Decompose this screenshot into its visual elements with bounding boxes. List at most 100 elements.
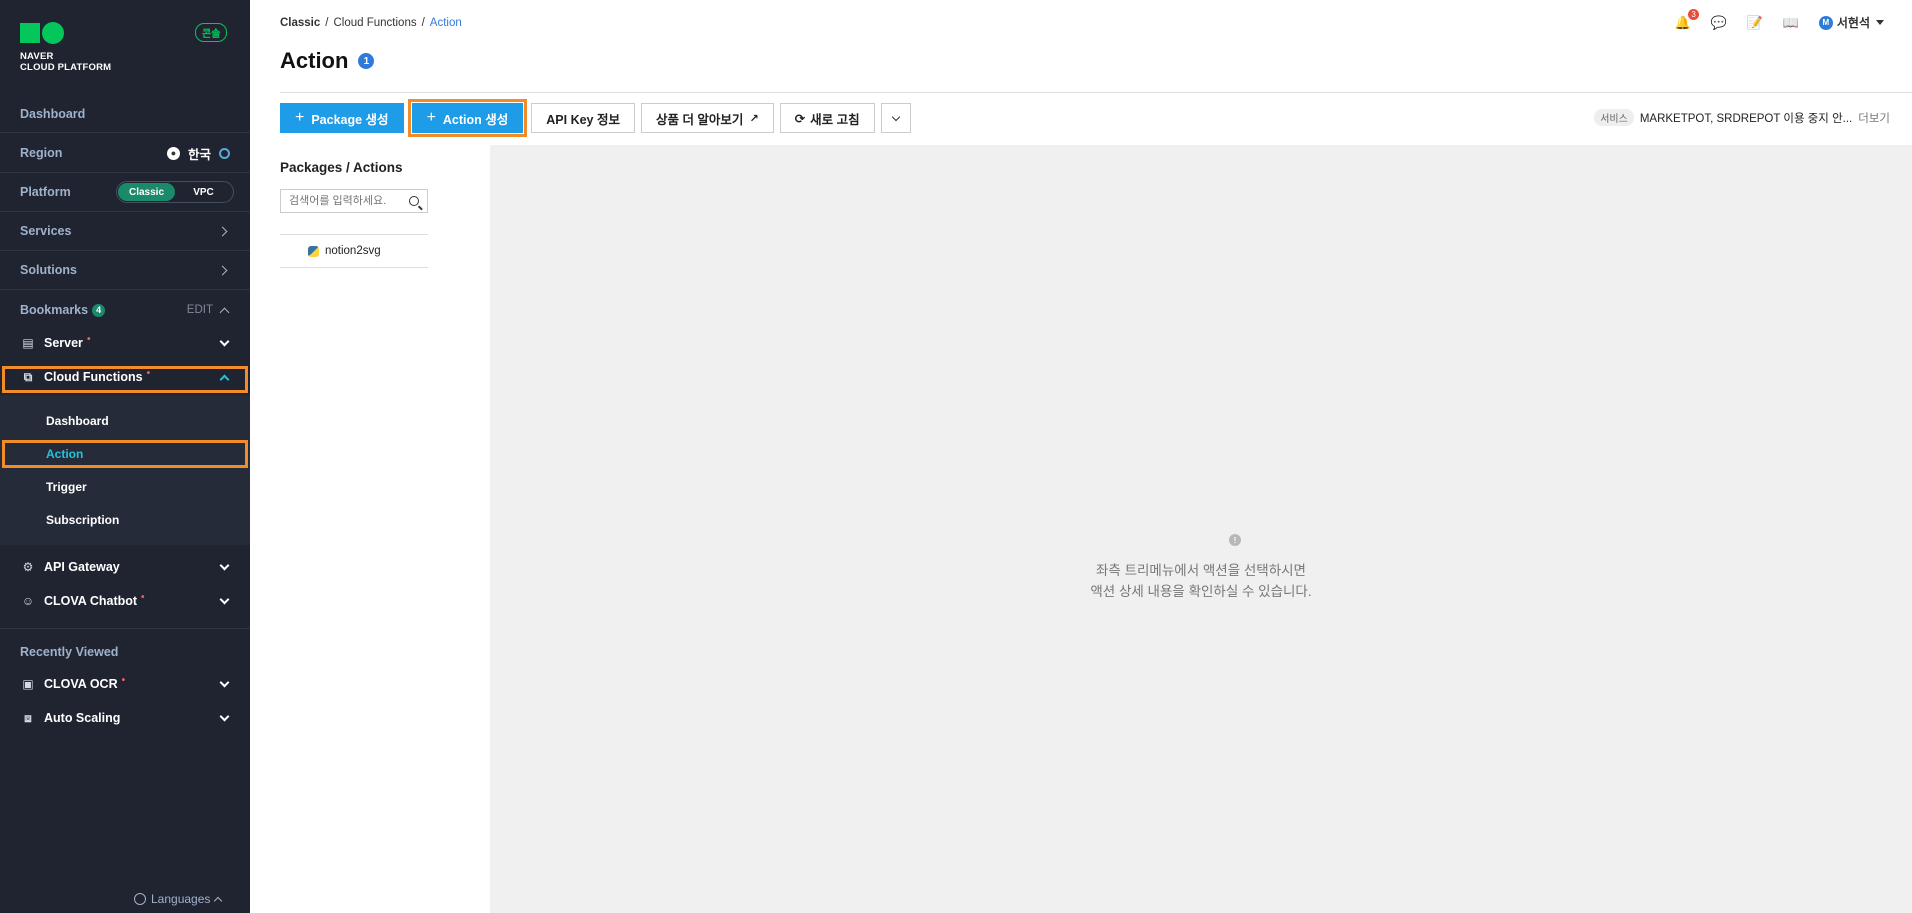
sidebar-solutions[interactable]: Solutions	[0, 251, 250, 290]
package-create-button[interactable]: + Package 생성	[280, 103, 404, 133]
refresh-button[interactable]: ⟳ 새로 고침	[779, 103, 875, 133]
sidebar-platform: Platform Classic VPC	[0, 173, 250, 212]
action-detail-panel: ! 좌측 트리메뉴에서 액션을 선택하시면 액션 상세 내용을 확인하실 수 있…	[490, 145, 1912, 913]
toolbar: + Package 생성 + Action 생성 API Key 정보 상품 더…	[280, 99, 911, 137]
page-title: Action 1	[280, 48, 375, 74]
logo-line1: NAVER	[20, 51, 54, 62]
breadcrumb: Classic / Cloud Functions / Action	[280, 17, 462, 29]
refresh-label: 새로 고침	[810, 112, 860, 127]
new-dot: •	[141, 591, 145, 603]
sidebar: NAVER CLOUD PLATFORM 콘솔 Dashboard Region…	[0, 0, 250, 913]
region-value: 한국	[187, 147, 211, 162]
search-input[interactable]	[289, 195, 399, 207]
auto-scaling-icon: ⧈	[24, 710, 32, 725]
tree-item-notion2svg[interactable]: notion2svg	[280, 234, 428, 268]
info-badge[interactable]: 1	[358, 53, 375, 69]
chevron-right-icon	[217, 265, 228, 275]
ocr-icon: ▣	[22, 677, 34, 691]
chevron-down-icon	[219, 336, 230, 346]
search-box	[280, 189, 428, 213]
service-notice[interactable]: 서비스 MARKETPOT, SRDREPOT 이용 중지 안... 더보기	[1594, 109, 1890, 126]
learn-more-button[interactable]: 상품 더 알아보기 ↗	[640, 103, 774, 133]
naver-cloud-logo[interactable]: NAVER CLOUD PLATFORM	[20, 22, 111, 73]
chevron-up-icon	[214, 896, 223, 906]
sidebar-dashboard[interactable]: Dashboard	[0, 95, 250, 133]
chevron-up-icon[interactable]	[219, 307, 230, 317]
chevron-down-icon	[219, 711, 230, 721]
services-label: Services	[20, 224, 72, 238]
book-icon[interactable]: 📖	[1783, 15, 1799, 31]
sidebar-item-label: Server	[44, 336, 83, 350]
more-dropdown-button[interactable]	[880, 103, 911, 133]
action-create-label: Action 생성	[442, 112, 509, 127]
platform-label: Platform	[20, 185, 71, 199]
submenu-item-trigger[interactable]: Trigger	[0, 472, 250, 502]
sidebar-item-label: Auto Scaling	[44, 711, 121, 725]
platform-option-vpc[interactable]: VPC	[175, 183, 232, 201]
new-dot: •	[86, 333, 91, 345]
python-icon	[308, 245, 319, 257]
notice-tag: 서비스	[1594, 109, 1634, 126]
sidebar-region[interactable]: Region ● 한국	[0, 134, 250, 173]
sidebar-item-label: API Gateway	[44, 560, 120, 574]
sidebar-item-clova-ocr[interactable]: ▣ CLOVA OCR •	[0, 668, 250, 700]
user-menu[interactable]: M 서현석	[1818, 14, 1884, 31]
breadcrumb-item-cloud-functions[interactable]: Cloud Functions	[333, 17, 416, 29]
solutions-label: Solutions	[20, 263, 77, 277]
sidebar-item-label: CLOVA Chatbot	[44, 594, 138, 608]
languages-button[interactable]: Languages	[134, 892, 223, 906]
search-icon[interactable]	[409, 196, 419, 206]
recently-viewed-label: Recently Viewed	[20, 645, 119, 659]
action-create-button[interactable]: + Action 생성	[407, 99, 528, 137]
empty-message-line2: 액션 상세 내용을 확인하실 수 있습니다.	[1090, 584, 1312, 599]
notice-more-link[interactable]: 더보기	[1858, 110, 1890, 126]
main-content: Classic / Cloud Functions / Action Action …	[250, 0, 1912, 913]
chevron-right-icon	[217, 226, 228, 236]
breadcrumb-item-action: Action	[429, 17, 462, 29]
api-key-button[interactable]: API Key 정보	[531, 103, 635, 133]
user-name: 서현석	[1836, 16, 1870, 30]
avatar: M	[1818, 15, 1833, 30]
api-key-label: API Key 정보	[546, 112, 620, 127]
server-icon: ▤	[22, 336, 34, 350]
platform-option-classic[interactable]: Classic	[118, 183, 175, 201]
action-highlight	[2, 440, 248, 468]
learn-more-label: 상품 더 알아보기	[655, 112, 744, 127]
header-divider	[280, 92, 1912, 93]
chevron-down-icon	[891, 112, 900, 121]
cloud-functions-highlight	[2, 366, 248, 393]
info-icon: !	[1229, 534, 1241, 546]
sidebar-item-auto-scaling[interactable]: ⧈ Auto Scaling	[0, 702, 250, 734]
chevron-down-icon	[219, 594, 230, 604]
submenu-item-subscription[interactable]: Subscription	[0, 505, 250, 535]
page-title-text: Action	[280, 48, 349, 73]
caret-down-icon	[1876, 20, 1884, 25]
console-badge: 콘솔	[195, 23, 228, 42]
sidebar-item-clova-chatbot[interactable]: ☺ CLOVA Chatbot •	[0, 585, 250, 617]
sidebar-services[interactable]: Services	[0, 212, 250, 251]
empty-message-line1: 좌측 트리메뉴에서 액션을 선택하시면	[1096, 563, 1306, 578]
platform-toggle[interactable]: Classic VPC	[116, 181, 234, 203]
sidebar-dashboard-label: Dashboard	[20, 106, 86, 121]
chevron-down-icon	[219, 560, 230, 570]
bookmarks-edit-button[interactable]: EDIT	[187, 304, 213, 316]
sidebar-divider	[0, 628, 250, 629]
sidebar-item-server[interactable]: ▤ Server •	[0, 327, 250, 359]
globe-icon	[134, 893, 146, 905]
refresh-icon: ⟳	[794, 111, 806, 126]
plus-icon: +	[426, 109, 436, 126]
gear-icon[interactable]	[219, 147, 230, 159]
submenu-item-dashboard[interactable]: Dashboard	[0, 406, 250, 436]
chat-icon[interactable]: 💬	[1711, 15, 1727, 31]
sidebar-item-api-gateway[interactable]: ⚙ API Gateway	[0, 551, 250, 583]
languages-label: Languages	[151, 892, 211, 906]
tree-item-label: notion2svg	[325, 245, 381, 257]
panel-title: Packages / Actions	[280, 160, 403, 175]
region-label: Region	[20, 146, 63, 160]
bell-icon[interactable]: 🔔 3	[1675, 8, 1699, 31]
notification-count: 3	[1688, 8, 1699, 20]
sidebar-bookmarks-header: Bookmarks 4 EDIT	[0, 291, 250, 329]
edit-note-icon[interactable]: 📝	[1747, 15, 1763, 31]
packages-actions-panel: Packages / Actions notion2svg	[280, 145, 428, 268]
breadcrumb-item-classic[interactable]: Classic	[280, 17, 320, 29]
